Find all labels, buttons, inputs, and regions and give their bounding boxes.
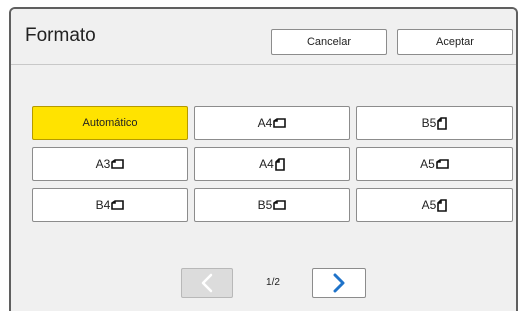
format-button-8[interactable]: A5 [356, 188, 513, 222]
chevron-left-icon [201, 273, 213, 293]
format-label: B5 [421, 116, 437, 130]
cancel-button[interactable]: Cancelar [271, 29, 387, 55]
landscape-icon [111, 200, 125, 210]
portrait-icon [275, 157, 285, 171]
format-button-3[interactable]: A3 [32, 147, 188, 181]
landscape-icon [273, 118, 287, 128]
dialog-header: Formato Cancelar Aceptar [11, 9, 516, 65]
format-label: A3 [95, 157, 111, 171]
portrait-icon [437, 198, 448, 212]
format-button-0[interactable]: Automático [32, 106, 188, 140]
pagination: 1/2 [11, 264, 516, 304]
format-button-2[interactable]: B5 [356, 106, 513, 140]
landscape-icon [436, 159, 449, 169]
previous-page-button[interactable] [181, 268, 233, 298]
format-label: Automático [82, 117, 138, 129]
landscape-icon [111, 159, 125, 169]
page-indicator: 1/2 [266, 277, 280, 288]
next-page-button[interactable] [312, 268, 366, 298]
accept-button[interactable]: Aceptar [397, 29, 513, 55]
format-button-5[interactable]: A5 [356, 147, 513, 181]
format-dialog: Formato Cancelar Aceptar Automático A4 B… [9, 7, 518, 311]
format-grid: Automático A4 B5 A3 A4 A5 B4 B5 A5 [32, 106, 515, 224]
format-label: A4 [259, 157, 274, 171]
dialog-title: Formato [25, 25, 96, 46]
portrait-icon [437, 116, 448, 130]
format-label: B4 [95, 198, 111, 212]
landscape-icon [273, 200, 287, 210]
format-label: A4 [257, 116, 273, 130]
format-button-1[interactable]: A4 [194, 106, 350, 140]
format-label: B5 [257, 198, 273, 212]
chevron-right-icon [333, 273, 345, 293]
format-label: A5 [421, 198, 437, 212]
format-button-4[interactable]: A4 [194, 147, 350, 181]
format-button-6[interactable]: B4 [32, 188, 188, 222]
format-label: A5 [420, 157, 435, 171]
format-button-7[interactable]: B5 [194, 188, 350, 222]
